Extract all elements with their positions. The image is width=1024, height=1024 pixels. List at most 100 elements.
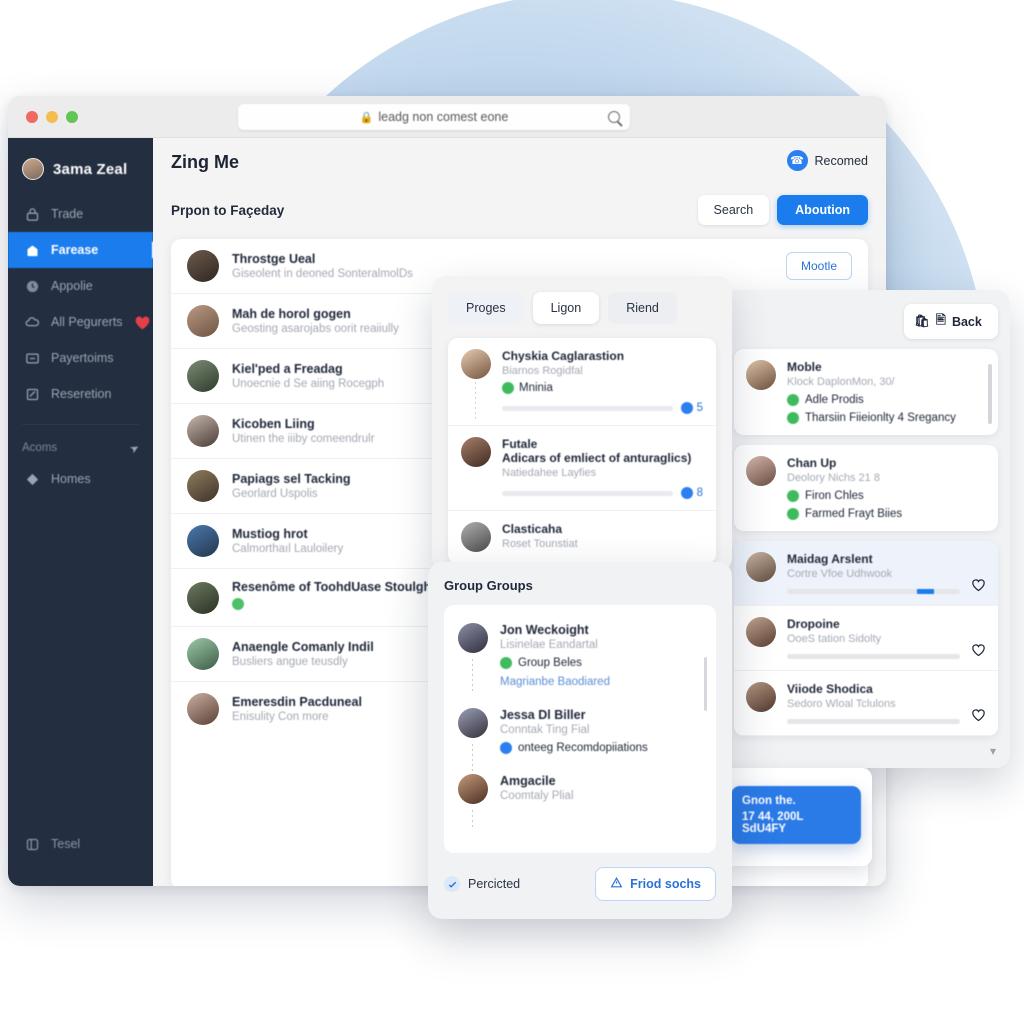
scrollbar-thumb[interactable]: [988, 364, 992, 424]
list-item[interactable]: Chan Up Deolory Nichs 21 8 Firon Chles F…: [734, 445, 998, 531]
search-icon[interactable]: [608, 111, 620, 123]
count-badge: 8: [680, 487, 703, 499]
group-name: Amgacile: [500, 774, 556, 788]
avatar: [187, 638, 219, 670]
sidebar-brand[interactable]: 3ama Zeal: [8, 148, 153, 196]
avatar: [461, 522, 491, 552]
avatar: [187, 250, 219, 282]
panel-title: Group Groups: [444, 578, 533, 593]
row-name: Kicoben Liing: [232, 417, 315, 431]
avatar: [458, 623, 488, 653]
progress-bar: [502, 490, 673, 496]
window-titlebar: 🔒 leadg non comest eone: [8, 96, 886, 138]
count-badge: 5: [680, 402, 703, 414]
sidebar-item-all-pegurerts[interactable]: All Pegurerts: [8, 304, 153, 340]
list-item[interactable]: Futale Adicars of emliect of anturaglics…: [448, 426, 716, 511]
note-card[interactable]: Gnon the. 17 44, 200L SdU4FY: [731, 786, 861, 844]
tab-proges[interactable]: Proges: [448, 292, 524, 324]
address-bar[interactable]: 🔒 leadg non comest eone: [238, 104, 630, 130]
row-name: Throstge Ueal: [232, 252, 316, 266]
row-sub: Enisulity Con more: [232, 711, 329, 723]
arrow-icon[interactable]: ➤: [127, 440, 142, 456]
note-line-1: Gnon the.: [742, 795, 796, 807]
panel-icon: [24, 836, 40, 852]
traffic-light-buttons[interactable]: [26, 110, 78, 123]
list-item[interactable]: Amgacile Coomtaly Plial: [444, 764, 716, 828]
list-item[interactable]: Viiode Shodica Sedoro Wloal Tclulons: [734, 671, 998, 736]
count-value: 5: [696, 402, 703, 414]
sidebar-item-label: Homes: [51, 472, 91, 486]
right-floating-panel: 🛍 🖹 Back Moble Klock DaplonMon, 30/ Adle…: [722, 290, 1010, 768]
progress-bar: [787, 719, 960, 724]
row-name: Anaengle Comanly Indil: [232, 640, 374, 654]
list-item[interactable]: Chyskia Caglarastion Biarnos Rogidfal Mn…: [448, 338, 716, 426]
check-circle-icon: [787, 508, 799, 520]
item-name: Futale: [502, 437, 538, 451]
check-circle-icon: [787, 394, 799, 406]
percicted-checkbox[interactable]: Percicted: [444, 876, 520, 892]
check-circle-icon: [502, 382, 514, 394]
progress-row: 5: [502, 402, 703, 414]
sidebar-footer-item[interactable]: Tesel: [8, 836, 92, 852]
sidebar-section-acoms[interactable]: Acoms ➤: [8, 435, 153, 461]
card-line: Adle Prodis: [787, 394, 986, 406]
tab-riend[interactable]: Riend: [608, 292, 677, 324]
aboution-button[interactable]: Aboution: [777, 195, 868, 225]
bag-icon: 🛍: [914, 314, 930, 328]
verified-icon: [232, 598, 244, 610]
check-circle-icon: [500, 657, 512, 669]
progress-row: 8: [502, 487, 703, 499]
list-item[interactable]: Dropoine OoeS tation Sidolty: [734, 606, 998, 671]
minimize-window-button[interactable]: [46, 110, 58, 123]
avatar: [187, 305, 219, 337]
card-icon: [24, 350, 40, 366]
list-item[interactable]: Jon Weckoight Lisinelae Eandartal Group …: [444, 613, 716, 698]
group-list: Jon Weckoight Lisinelae Eandartal Group …: [444, 605, 716, 853]
back-button-label: Back: [951, 314, 982, 329]
row-name: Kiel'ped a Freadag: [232, 362, 343, 376]
heart-outline-icon[interactable]: [971, 578, 986, 592]
progress-bar: [502, 405, 673, 411]
note-icon: [24, 386, 40, 402]
sidebar: 3ama Zeal Trade Farease Appolie All Pegu…: [8, 138, 153, 886]
item-sub: Roset Tounstiat: [502, 538, 578, 550]
sidebar-item-homes[interactable]: Homes: [8, 461, 153, 497]
heart-outline-icon[interactable]: [971, 708, 986, 722]
list-item[interactable]: Moble Klock DaplonMon, 30/ Adle Prodis T…: [734, 349, 998, 435]
sidebar-item-reseretion[interactable]: Reseretion: [8, 376, 153, 412]
sidebar-item-farease[interactable]: Farease: [8, 232, 153, 268]
scrollbar-thumb[interactable]: [704, 657, 707, 711]
progress-bar: [787, 654, 960, 659]
list-item[interactable]: Jessa Dl Biller Conntak Ting Fial onteeg…: [444, 698, 716, 778]
heart-badge-icon: [134, 315, 151, 330]
heart-outline-icon[interactable]: [971, 643, 986, 657]
back-button[interactable]: 🛍 🖹 Back: [904, 304, 998, 339]
address-bar-text: leadg non comest eone: [378, 110, 509, 124]
maximize-window-button[interactable]: [66, 110, 78, 123]
avatar: [461, 349, 491, 379]
avatar: [187, 693, 219, 725]
item-sub: Biarnos Rogidfal: [502, 365, 583, 377]
doc-icon: 🖹: [935, 313, 946, 327]
list-item[interactable]: Maidag Arslent Cortre Vfoe Udhwook: [734, 541, 998, 606]
sidebar-item-payertoims[interactable]: Payertoims: [8, 340, 153, 376]
search-button[interactable]: Search: [697, 195, 770, 225]
row-name: Dropoine: [787, 617, 840, 631]
alert-triangle-icon: [610, 876, 623, 892]
row-sub: Calmorthaıl Lauloilery: [232, 543, 344, 555]
mootle-button[interactable]: Mootle: [785, 252, 852, 280]
recomed-indicator[interactable]: ☎ Recomed: [786, 150, 868, 171]
close-window-button[interactable]: [26, 110, 38, 123]
progress-bar: [787, 589, 960, 594]
group-name: Jon Weckoight: [500, 623, 589, 637]
sidebar-item-appolie[interactable]: Appolie: [8, 268, 153, 304]
sidebar-item-label: Appolie: [51, 279, 93, 293]
row-sub: OoeS tation Sidolty: [787, 633, 882, 645]
check-badge-icon: [680, 487, 693, 499]
list-item[interactable]: Clasticaha Roset Tounstiat: [448, 511, 716, 564]
sidebar-item-trade[interactable]: Trade: [8, 196, 153, 232]
group-link[interactable]: Magrianbe Baodiared: [500, 676, 702, 688]
friod-sochs-button[interactable]: Friod sochs: [595, 867, 716, 901]
diamond-icon: [24, 471, 40, 487]
tab-ligon[interactable]: Ligon: [532, 292, 600, 324]
